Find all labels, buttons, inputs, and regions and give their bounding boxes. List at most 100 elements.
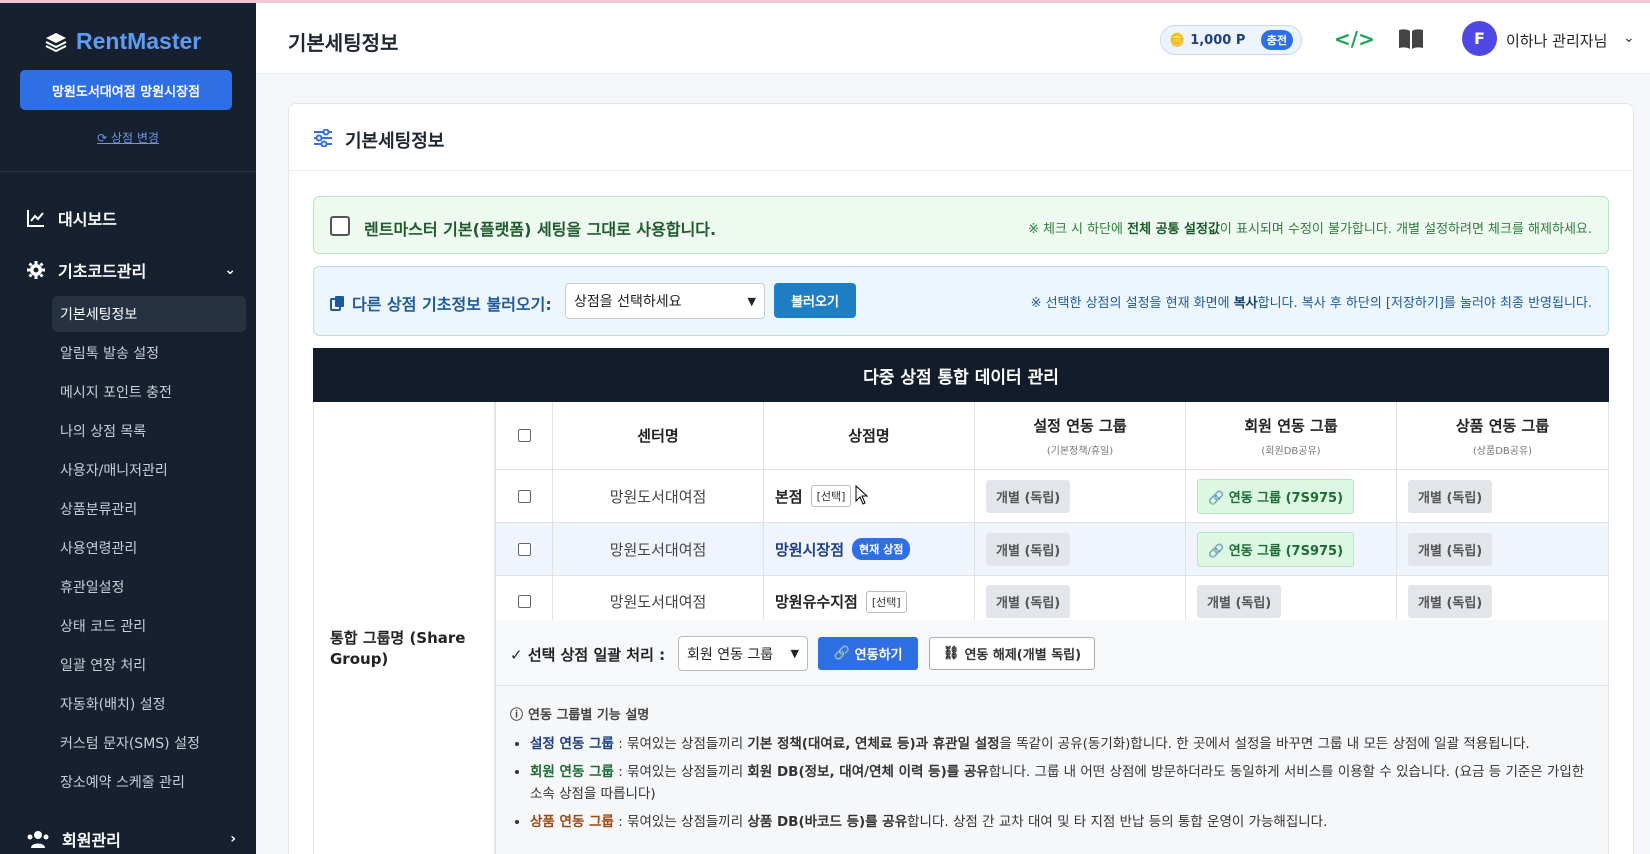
unlink-group-button[interactable]: ⛓ 연동 해제(개별 독립) xyxy=(929,637,1095,670)
chart-line-icon xyxy=(27,210,44,227)
desc-text: : 묶여있는 상점들끼리 xyxy=(613,764,748,780)
row-checkbox-cell xyxy=(495,523,553,575)
sidebar-sub-item[interactable]: 상품분류관리 xyxy=(52,491,246,527)
chevron-down-icon: ⌄ xyxy=(224,262,236,278)
sidebar-sub-item[interactable]: 휴관일설정 xyxy=(52,569,246,605)
store-name: 망원시장점 xyxy=(775,540,845,559)
points-badge[interactable]: 🪙 1,000 P 충전 xyxy=(1160,25,1302,55)
sidebar-sub-item[interactable]: 커스텀 문자(SMS) 설정 xyxy=(52,725,246,761)
chevron-down-icon[interactable]: ⌄ xyxy=(1623,30,1635,46)
store-cell: 망원시장점 현재 상점 xyxy=(764,523,975,575)
product-group-key: 상품 연동 그룹 xyxy=(530,814,614,830)
unlink-icon: ⛓ xyxy=(942,646,960,661)
desc-text: 합니다. 상점 간 교차 대여 및 타 지점 반납 등의 통합 운영이 가능해집… xyxy=(907,814,1328,830)
sidebar-sub-item[interactable]: 자동화(배치) 설정 xyxy=(52,686,246,722)
sidebar-item-basecode[interactable]: 기초코드관리 ⌄ xyxy=(26,258,236,282)
header-setting-label: 설정 연동 그룹 xyxy=(1033,416,1127,435)
sidebar-item-label: 회원관리 xyxy=(62,831,121,850)
top-header: 기본세팅정보 🪙 1,000 P 충전 </> F 이하나 관리자님 ⌄ xyxy=(256,3,1650,74)
desc-text: 을 똑같이 공유(동기화)합니다. 한 곳에서 설정을 바꾸면 그룹 내 모든 … xyxy=(999,736,1530,752)
current-store-button[interactable]: 망원도서대여점 망원시장점 xyxy=(20,70,232,110)
share-group-label: 통합 그룹명 (Share Group) xyxy=(330,629,466,668)
book-icon[interactable] xyxy=(1398,28,1424,50)
sidebar-item-member[interactable]: 회원관리 › xyxy=(26,827,236,851)
desc-text: : 묶여있는 상점들끼리 xyxy=(613,736,748,752)
row-checkbox[interactable] xyxy=(517,489,531,503)
header-setting: 설정 연동 그룹 (기본정책/휴일) xyxy=(975,402,1186,469)
sidebar-sub-item[interactable]: 사용자/매니저관리 xyxy=(52,452,246,488)
sidebar-sub-item[interactable]: 상태 코드 관리 xyxy=(52,608,246,644)
avatar[interactable]: F xyxy=(1462,21,1497,56)
logo[interactable]: RentMaster xyxy=(44,28,201,55)
sidebar-item-label: 대시보드 xyxy=(58,210,117,229)
store-select[interactable]: 상점을 선택하세요 ▼ xyxy=(565,283,765,319)
header-product-label: 상품 연동 그룹 xyxy=(1455,416,1550,435)
select-all-checkbox[interactable] xyxy=(517,429,531,442)
chevron-right-icon: › xyxy=(230,831,236,847)
gear-icon xyxy=(27,261,45,279)
link-button-label: 연동하기 xyxy=(854,648,903,663)
product-group-status: 개별 (독립) xyxy=(1408,479,1493,513)
platform-note: ※ 체크 시 하단에 전체 공통 설정값이 표시되며 수정이 불가합니다. 개별… xyxy=(1028,218,1592,237)
header-product-sub: (상품DB공유) xyxy=(1472,445,1533,457)
bulk-select-value: 회원 연동 그룹 xyxy=(687,646,774,663)
product-group-cell: 개별 (독립) xyxy=(1397,523,1609,575)
header-member-sub: (회원DB공유) xyxy=(1261,445,1321,457)
store-select-value: 상점을 선택하세요 xyxy=(574,294,682,310)
store-name: 망원유수지점 xyxy=(775,593,858,611)
header-checkbox-cell xyxy=(495,402,553,469)
table-title: 다중 상점 통합 데이터 관리 xyxy=(313,348,1609,402)
member-group-status: 🔗 연동 그룹 (7S975) xyxy=(1197,478,1355,514)
header-center-label: 센터명 xyxy=(637,427,679,445)
sidebar-sub-item[interactable]: 사용연령관리 xyxy=(52,530,246,566)
description-title: ⓘ 연동 그룹별 기능 설명 xyxy=(510,704,1594,723)
change-store-link[interactable]: ⟳ 상점 변경 xyxy=(0,129,256,146)
member-group-status: 개별 (독립) xyxy=(1197,585,1282,618)
card-header: 기본세팅정보 xyxy=(289,104,1633,171)
sidebar-sub-item[interactable]: 나의 상점 목록 xyxy=(52,413,246,449)
setting-group-key: 설정 연동 그룹 xyxy=(530,736,614,752)
bulk-action-bar: ✓ 선택 상점 일괄 처리 : 회원 연동 그룹 ▼ 🔗 연동하기 ⛓ 연동 해제(개… xyxy=(495,620,1609,686)
sidebar-divider xyxy=(0,171,256,172)
load-store-box: 다른 상점 기초정보 불러오기: 상점을 선택하세요 ▼ 불러오기 ※ 선택한 상… xyxy=(313,266,1609,336)
load-button[interactable]: 불러오기 xyxy=(774,283,856,318)
layers-icon xyxy=(45,32,67,52)
logo-text: RentMaster xyxy=(76,28,202,54)
select-store-tag[interactable]: [선택] xyxy=(865,590,907,613)
sidebar-item-dashboard[interactable]: 대시보드 xyxy=(26,206,236,230)
bulk-group-select[interactable]: 회원 연동 그룹 ▼ xyxy=(678,636,808,671)
platform-note-bold: 전체 공통 설정값 xyxy=(1127,222,1220,237)
code-icon[interactable]: </> xyxy=(1334,27,1375,51)
header-product: 상품 연동 그룹 (상품DB공유) xyxy=(1397,402,1609,469)
sidebar-sub-item[interactable]: 메시지 포인트 충전 xyxy=(52,374,246,410)
charge-button[interactable]: 충전 xyxy=(1260,30,1293,50)
sidebar-sub-item[interactable]: 기본세팅정보 xyxy=(52,296,246,332)
use-platform-label[interactable]: 렌트마스터 기본(플랫폼) 세팅을 그대로 사용합니다. xyxy=(364,216,716,240)
platform-note-pre: ※ 체크 시 하단에 xyxy=(1027,222,1128,237)
platform-settings-box: 렌트마스터 기본(플랫폼) 세팅을 그대로 사용합니다. ※ 체크 시 하단에 … xyxy=(313,196,1609,254)
header-member: 회원 연동 그룹 (회원DB공유) xyxy=(1186,402,1397,469)
load-note: ※ 선택한 상점의 설정을 현재 화면에 복사합니다. 복사 후 하단의 [저장… xyxy=(1031,292,1592,311)
users-icon xyxy=(27,831,49,848)
user-name[interactable]: 이하나 관리자님 xyxy=(1506,30,1607,51)
use-platform-checkbox[interactable] xyxy=(330,216,350,236)
sidebar-item-label: 기초코드관리 xyxy=(58,262,147,281)
group-description: ⓘ 연동 그룹별 기능 설명 설정 연동 그룹 : 묶여있는 상점들끼리 기본 정… xyxy=(495,686,1609,854)
description-item: 회원 연동 그룹 : 묶여있는 상점들끼리 회원 DB(정보, 대여/연체 이력… xyxy=(530,761,1594,805)
member-group-key: 회원 연동 그룹 xyxy=(530,764,614,780)
desc-text: : 묶여있는 상점들끼리 xyxy=(613,814,748,830)
check-double-icon: ✓ xyxy=(510,646,523,664)
sidebar-sub-item[interactable]: 일괄 연장 처리 xyxy=(52,647,246,683)
row-checkbox[interactable] xyxy=(517,542,531,556)
copy-icon xyxy=(330,296,344,311)
link-group-button[interactable]: 🔗 연동하기 xyxy=(818,637,918,670)
points-value: 1,000 P xyxy=(1190,32,1246,48)
setting-group-status: 개별 (독립) xyxy=(986,532,1071,566)
select-store-tag[interactable]: [선택] xyxy=(810,485,852,507)
header-center: 센터명 xyxy=(553,402,764,469)
header-setting-sub: (기본정책/휴일) xyxy=(1046,445,1114,457)
sidebar-sub-item[interactable]: 알림톡 발송 설정 xyxy=(52,335,246,371)
sidebar-sub-item[interactable]: 장소예약 스케줄 관리 xyxy=(52,764,246,800)
description-title-text: 연동 그룹별 기능 설명 xyxy=(528,708,650,723)
row-checkbox[interactable] xyxy=(517,595,531,608)
